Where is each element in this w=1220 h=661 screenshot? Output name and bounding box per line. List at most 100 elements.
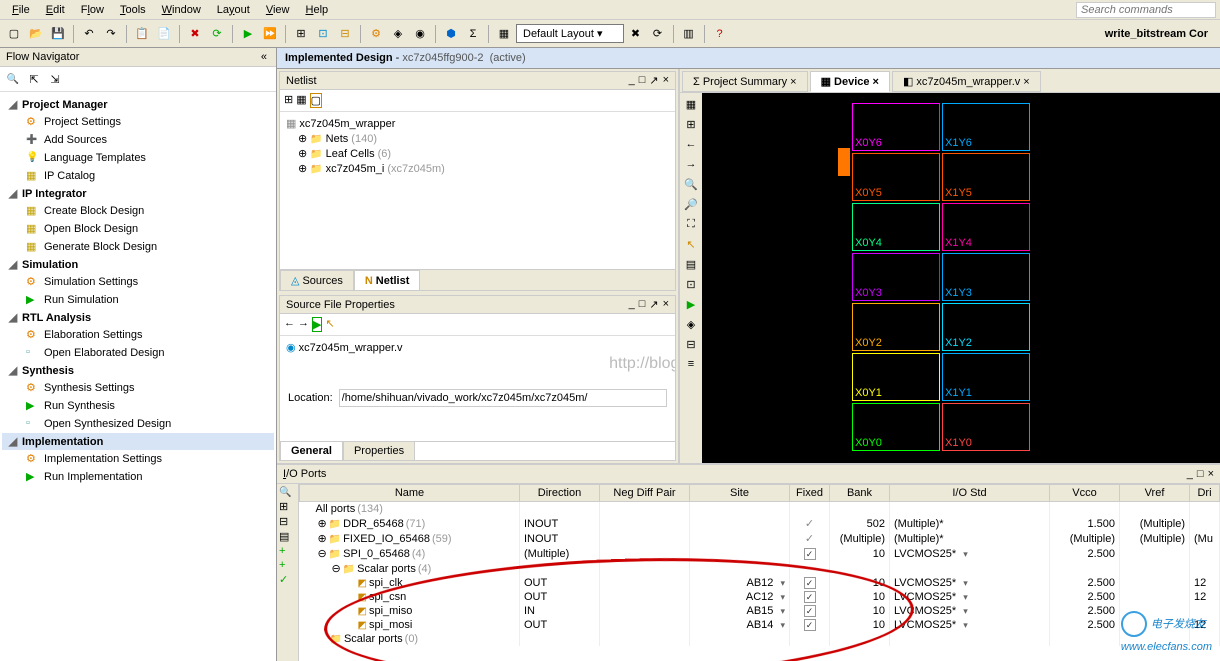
nav-item-open-synthesized-design[interactable]: Open Synthesized Design [2, 415, 274, 433]
dev-tb-7[interactable]: ≡ [682, 355, 700, 373]
nav-section-rtl-analysis[interactable]: ◢RTL Analysis [2, 309, 274, 326]
nav-item-language-templates[interactable]: Language Templates [2, 149, 274, 167]
nav-item-implementation-settings[interactable]: Implementation Settings [2, 450, 274, 468]
copy-button[interactable]: 📋 [132, 24, 152, 44]
tab-sources[interactable]: ◬ Sources [280, 270, 354, 290]
redo-button[interactable]: ↷ [101, 24, 121, 44]
netlist-item[interactable]: ⊕ xc7z045m_i (xc7z045m) [284, 161, 671, 176]
back-icon[interactable]: ← [284, 317, 295, 332]
cancel-button[interactable]: ✖ [185, 24, 205, 44]
io-tb5[interactable]: + [279, 559, 296, 571]
nav-section-project-manager[interactable]: ◢Project Manager [2, 96, 274, 113]
menu-view[interactable]: View [258, 2, 298, 18]
float-icon[interactable]: ↗ [649, 298, 658, 311]
col-vref[interactable]: Vref [1120, 485, 1190, 502]
io-ports-table[interactable]: NameDirectionNeg Diff PairSiteFixedBankI… [299, 484, 1220, 646]
tool1-button[interactable]: ⊞ [291, 24, 311, 44]
netlist-tb3[interactable]: ▢ [310, 93, 322, 108]
io-row[interactable]: Scalar ports (0) [300, 632, 1220, 646]
minimize-icon[interactable]: _ [1187, 468, 1193, 480]
settings-button[interactable]: ⚙ [366, 24, 386, 44]
chip-region-X1Y1[interactable]: X1Y1 [942, 353, 1030, 401]
io-row[interactable]: spi_clk OUTAB12 10LVCMOS25* 2.50012 [300, 576, 1220, 590]
dev-tb-sel[interactable]: ↖ [682, 235, 700, 253]
tool6-button[interactable]: ⬢ [441, 24, 461, 44]
io-row[interactable]: ⊖ Scalar ports (4) [300, 561, 1220, 576]
close-icon[interactable]: × [663, 74, 669, 87]
nav-item-open-elaborated-design[interactable]: Open Elaborated Design [2, 344, 274, 362]
dev-tb-zoom[interactable]: ▦ [682, 95, 700, 113]
nav-item-run-implementation[interactable]: Run Implementation [2, 468, 274, 486]
chip-region-X1Y0[interactable]: X1Y0 [942, 403, 1030, 451]
float-icon[interactable]: ↗ [649, 74, 658, 87]
dev-tb-5[interactable]: ◈ [682, 315, 700, 333]
dev-tb-zoomout[interactable]: 🔎 [682, 195, 700, 213]
netlist-tb1[interactable]: ⊞ [284, 93, 293, 108]
nav-item-run-synthesis[interactable]: Run Synthesis [2, 397, 274, 415]
search-input[interactable] [1076, 2, 1216, 18]
refresh-button[interactable]: ⟳ [207, 24, 227, 44]
netlist-item[interactable]: ⊕ Leaf Cells (6) [284, 146, 671, 161]
device-view[interactable]: X0Y6X1Y6X0Y5X1Y5X0Y4X1Y4X0Y3X1Y3X0Y2X1Y2… [702, 93, 1220, 463]
nav-icon[interactable]: ▶ [312, 317, 322, 332]
paste-button[interactable]: 📄 [154, 24, 174, 44]
chip-region-X1Y2[interactable]: X1Y2 [942, 303, 1030, 351]
io-tb1[interactable]: ⊞ [279, 500, 296, 513]
dev-tb-4[interactable]: ▶ [682, 295, 700, 313]
chip-region-X0Y6[interactable]: X0Y6 [852, 103, 940, 151]
nav-item-elaboration-settings[interactable]: Elaboration Settings [2, 326, 274, 344]
nav-item-synthesis-settings[interactable]: Synthesis Settings [2, 379, 274, 397]
help-button[interactable]: ? [710, 24, 730, 44]
chip-region-X0Y3[interactable]: X0Y3 [852, 253, 940, 301]
io-row[interactable]: ⊖ SPI_0_65468 (4)(Multiple)10LVCMOS25* 2… [300, 546, 1220, 561]
dev-tb-6[interactable]: ⊟ [682, 335, 700, 353]
chip-region-X1Y4[interactable]: X1Y4 [942, 203, 1030, 251]
io-tb6[interactable]: ✓ [279, 573, 296, 586]
io-tb3[interactable]: ▤ [279, 530, 296, 543]
dev-tb-back[interactable]: ← [682, 135, 700, 153]
col-bank[interactable]: Bank [830, 485, 890, 502]
io-row[interactable]: spi_mosi OUTAB14 10LVCMOS25* 2.50012 [300, 618, 1220, 632]
menu-layout[interactable]: Layout [209, 2, 258, 18]
select-icon[interactable]: ↖ [325, 317, 334, 332]
tool11-button[interactable]: ▥ [679, 24, 699, 44]
col-fixed[interactable]: Fixed [790, 485, 830, 502]
tab-general[interactable]: General [280, 442, 343, 460]
col-neg-diff-pair[interactable]: Neg Diff Pair [600, 485, 690, 502]
open-button[interactable]: 📂 [26, 24, 46, 44]
dev-tb-fwd[interactable]: → [682, 155, 700, 173]
col-name[interactable]: Name [300, 485, 520, 502]
io-row[interactable]: All ports (134) [300, 502, 1220, 517]
menu-flow[interactable]: Flow [73, 2, 112, 18]
nav-section-simulation[interactable]: ◢Simulation [2, 256, 274, 273]
minimize-icon[interactable]: _ [629, 298, 635, 311]
maximize-icon[interactable]: □ [639, 74, 646, 87]
menu-file[interactable]: FFileile [4, 2, 38, 18]
tool3-button[interactable]: ⊟ [335, 24, 355, 44]
tool4-button[interactable]: ◈ [388, 24, 408, 44]
io-tb4[interactable]: + [279, 545, 296, 557]
menu-window[interactable]: Window [154, 2, 209, 18]
tool7-button[interactable]: Σ [463, 24, 483, 44]
tab-device[interactable]: ▦ Device × [810, 71, 890, 92]
close-icon[interactable]: × [663, 298, 669, 311]
new-button[interactable]: ▢ [4, 24, 24, 44]
undo-button[interactable]: ↶ [79, 24, 99, 44]
run-all-button[interactable]: ⏩ [260, 24, 280, 44]
dev-tb-1[interactable]: ⊞ [682, 115, 700, 133]
chip-region-X0Y4[interactable]: X0Y4 [852, 203, 940, 251]
nav-item-add-sources[interactable]: Add Sources [2, 131, 274, 149]
io-tb2[interactable]: ⊟ [279, 515, 296, 528]
forward-icon[interactable]: → [298, 317, 309, 332]
tool5-button[interactable]: ◉ [410, 24, 430, 44]
close-icon[interactable]: × [873, 76, 879, 88]
minimize-icon[interactable]: _ [629, 74, 635, 87]
nav-section-ip-integrator[interactable]: ◢IP Integrator [2, 185, 274, 202]
col-direction[interactable]: Direction [520, 485, 600, 502]
nav-search-icon[interactable] [4, 70, 22, 88]
tool2-button[interactable]: ⊡ [313, 24, 333, 44]
netlist-tb2[interactable]: ▦ [296, 93, 306, 108]
close-icon[interactable]: × [790, 76, 796, 88]
tab-xc7z045m_wrapper-v[interactable]: ◧ xc7z045m_wrapper.v × [892, 71, 1041, 92]
run-button[interactable]: ▶ [238, 24, 258, 44]
